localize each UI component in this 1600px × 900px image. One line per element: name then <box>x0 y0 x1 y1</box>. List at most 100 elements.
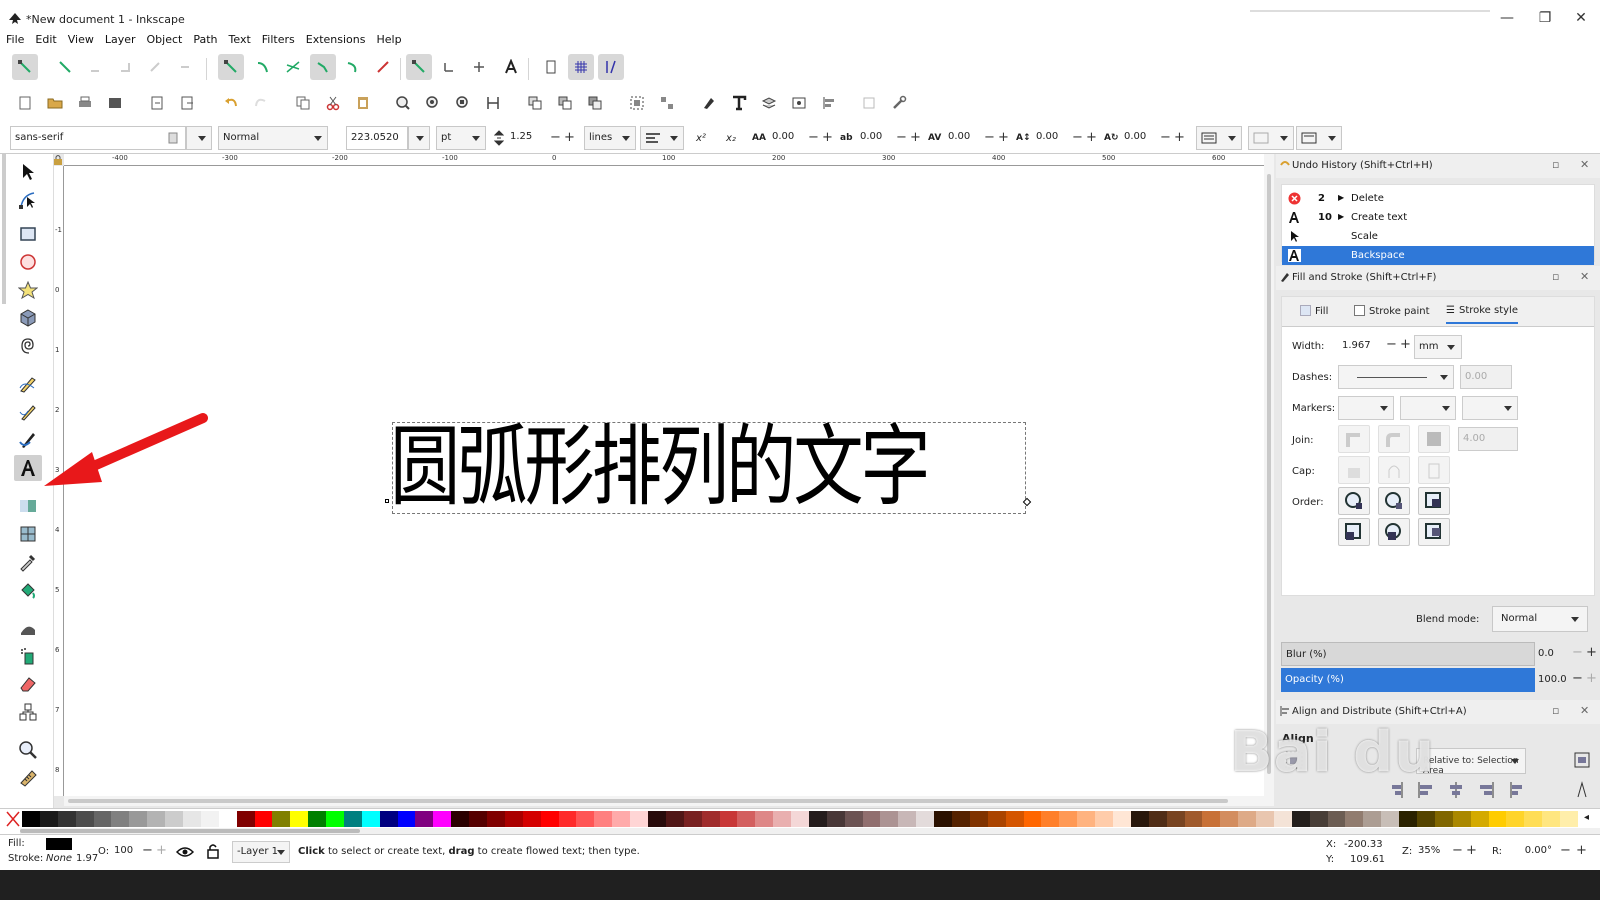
color-swatch[interactable] <box>1166 811 1186 827</box>
restore-button[interactable]: ❐ <box>1530 10 1560 26</box>
rotate-input[interactable]: 0.00° <box>1508 841 1556 863</box>
zoom-selection-button[interactable] <box>390 90 416 116</box>
rotation-increment[interactable]: + <box>1174 130 1185 145</box>
color-swatch[interactable] <box>737 811 756 827</box>
layer-lock-icon[interactable] <box>206 843 220 859</box>
align-center-vertical-button[interactable] <box>1446 780 1470 804</box>
horizontal-scrollbar[interactable] <box>64 796 1264 806</box>
color-swatch[interactable] <box>898 811 917 827</box>
color-swatch[interactable] <box>1488 811 1507 827</box>
color-swatch[interactable] <box>1005 811 1025 827</box>
snap-rotation-centers-button[interactable] <box>466 54 492 80</box>
eraser-tool[interactable] <box>14 671 42 697</box>
color-swatch[interactable] <box>1059 811 1078 827</box>
miter-limit-input[interactable]: 4.00 <box>1458 427 1518 451</box>
snap-text-baseline-button[interactable] <box>498 54 524 80</box>
copy-button[interactable] <box>290 90 316 116</box>
measure-tool[interactable] <box>14 765 42 791</box>
color-swatch[interactable] <box>1542 811 1561 827</box>
import-button[interactable] <box>102 90 128 116</box>
snap-object-centers-button[interactable] <box>436 54 462 80</box>
align-right-edge-button[interactable] <box>1386 780 1410 804</box>
square-cap-button[interactable] <box>1418 456 1450 484</box>
color-swatch[interactable] <box>22 811 41 827</box>
color-swatch[interactable] <box>612 811 631 827</box>
font-style-select[interactable]: Normal <box>218 126 328 150</box>
snap-bbox-midpoint-button[interactable] <box>142 54 168 80</box>
color-swatch[interactable] <box>1130 811 1150 827</box>
dock-close-icon[interactable]: ✕ <box>1580 704 1589 717</box>
dock-collapse-icon[interactable]: ▫ <box>1552 270 1559 283</box>
color-swatch[interactable] <box>1023 811 1042 827</box>
order-markers-fill-stroke-button[interactable] <box>1338 518 1370 546</box>
text-baseline-anchor[interactable] <box>385 499 389 503</box>
zoom-drawing-button[interactable] <box>420 90 446 116</box>
color-swatch[interactable] <box>1273 811 1293 827</box>
new-document-button[interactable] <box>12 90 38 116</box>
color-swatch[interactable] <box>826 811 846 827</box>
snap-bbox-edge-button[interactable] <box>82 54 108 80</box>
paste-button[interactable] <box>350 90 376 116</box>
menu-text[interactable]: Text <box>223 30 256 46</box>
fill-stroke-header[interactable]: Fill and Stroke (Shift+Ctrl+F) ▫ ✕ <box>1276 266 1600 290</box>
treat-as-group-button[interactable] <box>1284 750 1308 774</box>
align-distribute-header[interactable]: Align and Distribute (Shift+Ctrl+A) ▫ ✕ <box>1276 700 1600 724</box>
color-swatch[interactable] <box>487 811 506 827</box>
color-swatch[interactable] <box>326 811 345 827</box>
opacity-increment[interactable]: + <box>1586 671 1597 686</box>
round-cap-button[interactable] <box>1378 456 1410 484</box>
dock-collapse-icon[interactable]: ▫ <box>1552 158 1559 171</box>
color-swatch[interactable] <box>1399 811 1418 827</box>
color-swatch[interactable] <box>1291 811 1311 827</box>
font-family-input[interactable]: sans-serif <box>10 126 186 150</box>
color-swatch[interactable] <box>451 811 470 827</box>
star-tool[interactable] <box>14 277 42 303</box>
color-swatch[interactable] <box>57 811 77 827</box>
horizontal-ruler[interactable]: -400 -300 -200 -100 0 100 200 300 400 50… <box>64 154 1264 166</box>
vertical-shift-increment[interactable]: + <box>1086 130 1097 145</box>
color-swatch[interactable] <box>218 811 238 827</box>
color-swatch[interactable] <box>39 811 59 827</box>
visibility-eye-icon[interactable] <box>176 844 194 860</box>
ungroup-button[interactable] <box>654 90 680 116</box>
vertical-shift-input[interactable]: 0.00 <box>1032 126 1070 150</box>
vertical-shift-decrement[interactable]: − <box>1072 130 1083 145</box>
minimize-button[interactable]: — <box>1492 10 1522 26</box>
blur-decrement[interactable]: − <box>1572 645 1583 660</box>
color-swatch[interactable] <box>1345 811 1364 827</box>
expand-arrow-icon[interactable]: ▶ <box>1338 193 1344 202</box>
undo-row-create-text[interactable]: 10 ▶ Create text <box>1282 208 1594 227</box>
word-spacing-decrement[interactable]: − <box>896 130 907 145</box>
order-fill-markers-stroke-button[interactable] <box>1418 487 1450 515</box>
rotate-decrement[interactable]: − <box>1560 843 1571 858</box>
align-distribute-button[interactable] <box>816 90 842 116</box>
zoom-tool[interactable] <box>14 737 42 763</box>
rotate-increment[interactable]: + <box>1576 843 1587 858</box>
snap-paths-button[interactable] <box>250 54 276 80</box>
line-spacing-increment[interactable]: + <box>564 130 575 145</box>
menu-file[interactable]: File <box>0 30 29 46</box>
order-fill-stroke-markers-button[interactable] <box>1338 487 1370 515</box>
color-swatch[interactable] <box>719 811 738 827</box>
zoom-page-width-button[interactable] <box>480 90 506 116</box>
round-join-button[interactable] <box>1378 425 1410 453</box>
color-swatch[interactable] <box>665 811 685 827</box>
spray-tool[interactable] <box>14 643 42 669</box>
redo-button[interactable] <box>248 90 274 116</box>
letter-spacing-increment[interactable]: + <box>822 130 833 145</box>
color-swatch[interactable] <box>200 811 220 827</box>
color-swatch[interactable] <box>75 811 95 827</box>
text-object[interactable]: 圆弧形排列的文字 <box>385 417 1032 517</box>
print-button[interactable] <box>72 90 98 116</box>
color-swatch[interactable] <box>165 811 184 827</box>
bevel-join-button[interactable] <box>1418 425 1450 453</box>
blur-increment[interactable]: + <box>1586 645 1597 660</box>
snap-nodes-button[interactable] <box>218 54 244 80</box>
layers-button[interactable] <box>756 90 782 116</box>
color-swatch[interactable] <box>558 811 577 827</box>
calligraphy-tool[interactable] <box>14 427 42 453</box>
color-swatch[interactable] <box>522 811 542 827</box>
kerning-decrement[interactable]: − <box>984 130 995 145</box>
opacity-slider[interactable]: Opacity (%) <box>1281 668 1535 692</box>
color-swatch[interactable] <box>594 811 613 827</box>
